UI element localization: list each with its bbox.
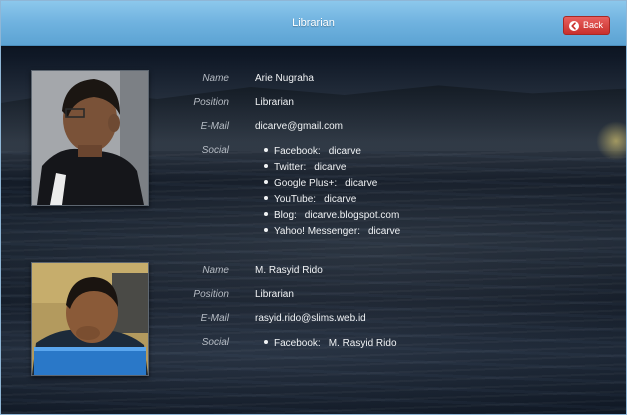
position-label: Position (193, 97, 229, 108)
social-handle[interactable]: dicarve.blogspot.com (305, 210, 400, 221)
social-handle[interactable]: M. Rasyid Rido (329, 338, 397, 349)
app-frame: Librarian Back Name Arie Nugraha Positio… (0, 0, 627, 415)
back-button[interactable]: Back (562, 16, 610, 35)
social-list: Facebook: M. Rasyid Rido (255, 336, 397, 352)
social-item: Google Plus+: dicarve (255, 176, 400, 192)
member-details: Name M. Rasyid Rido Position Librarian E… (157, 262, 557, 358)
member-details: Name Arie Nugraha Position Librarian E-M… (157, 70, 557, 237)
social-handle[interactable]: dicarve (314, 162, 346, 173)
member-position: Librarian (255, 97, 294, 108)
position-label: Position (193, 289, 229, 300)
social-handle[interactable]: dicarve (368, 226, 400, 237)
member-email[interactable]: rasyid.rido@slims.web.id (255, 313, 366, 324)
social-item: YouTube: dicarve (255, 192, 400, 208)
back-button-label: Back (582, 20, 603, 30)
name-label: Name (202, 265, 229, 276)
header-bar: Librarian Back (1, 1, 626, 46)
social-handle[interactable]: dicarve (329, 146, 361, 157)
member-name: Arie Nugraha (255, 73, 314, 84)
social-list: Facebook: dicarve Twitter: dicarve Google … (255, 144, 400, 240)
name-label: Name (202, 73, 229, 84)
member-card: Name M. Rasyid Rido Position Librarian E… (31, 262, 591, 382)
social-label: Social (201, 145, 229, 156)
social-item: Facebook: M. Rasyid Rido (255, 336, 397, 352)
circle-arrow-left-icon (568, 20, 579, 31)
member-card: Name Arie Nugraha Position Librarian E-M… (31, 70, 591, 240)
social-handle[interactable]: dicarve (345, 178, 377, 189)
social-item: Facebook: dicarve (255, 144, 400, 160)
social-item: Yahoo! Messenger: dicarve (255, 224, 400, 240)
social-label: Social (201, 337, 229, 348)
member-position: Librarian (255, 289, 294, 300)
email-label: E-Mail (200, 121, 229, 132)
social-handle[interactable]: dicarve (324, 194, 356, 205)
social-item: Blog: dicarve.blogspot.com (255, 208, 400, 224)
page-title: Librarian (292, 17, 335, 29)
member-photo (31, 262, 149, 376)
social-item: Twitter: dicarve (255, 160, 400, 176)
member-email[interactable]: dicarve@gmail.com (255, 121, 343, 132)
email-label: E-Mail (200, 313, 229, 324)
member-photo (31, 70, 149, 206)
member-name: M. Rasyid Rido (255, 265, 323, 276)
